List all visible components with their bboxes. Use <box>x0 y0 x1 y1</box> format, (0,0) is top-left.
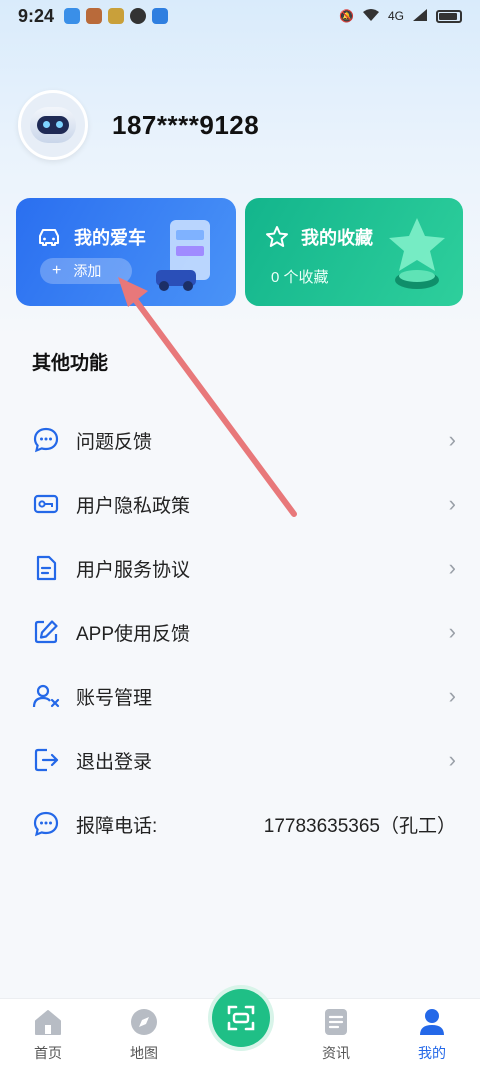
user-x-icon <box>32 682 60 710</box>
plus-icon: + <box>52 262 62 279</box>
chevron-right-icon: › <box>448 427 456 452</box>
scan-button[interactable] <box>212 989 270 1047</box>
tab-news[interactable]: 资讯 <box>296 1007 376 1063</box>
user-icon <box>418 1007 446 1037</box>
favorites-count: 0 个收藏 <box>271 269 329 286</box>
notification-app-icon <box>152 8 169 24</box>
menu-item-account-management[interactable]: 账号管理 › <box>32 676 456 716</box>
tab-label: 资讯 <box>322 1045 350 1061</box>
tab-label: 我的 <box>418 1045 446 1061</box>
my-car-title: 我的爱车 <box>74 228 146 248</box>
notification-app-icon <box>108 8 125 24</box>
chevron-right-icon: › <box>448 747 456 772</box>
tab-mine[interactable]: 我的 <box>392 1007 472 1063</box>
tab-home[interactable]: 首页 <box>8 1007 88 1063</box>
edit-icon <box>32 618 60 646</box>
logout-icon <box>32 746 60 774</box>
menu-item-label: 退出登录 <box>76 751 153 773</box>
signal-icon <box>412 8 428 25</box>
status-time: 9:24 <box>18 5 55 26</box>
tab-map[interactable]: 地图 <box>104 1007 184 1063</box>
section-title: 其他功能 <box>32 353 109 374</box>
star-icon <box>265 225 289 249</box>
bottom-tab-bar: 首页 地图 资讯 我的 <box>0 989 480 1067</box>
chevron-right-icon: › <box>448 683 456 708</box>
my-car-card[interactable]: 我的爱车 + 添加 <box>16 198 236 306</box>
my-favorites-card[interactable]: 我的收藏 0 个收藏 <box>245 198 463 306</box>
menu-item-privacy-policy[interactable]: 用户隐私政策 › <box>32 484 456 524</box>
chat-bubble-icon <box>32 810 60 838</box>
add-car-label: 添加 <box>73 263 102 279</box>
news-icon <box>323 1007 349 1037</box>
notification-app-icon <box>86 8 103 24</box>
menu-item-app-feedback[interactable]: APP使用反馈 › <box>32 612 456 652</box>
car-illustration-icon <box>156 220 210 291</box>
menu-item-logout[interactable]: 退出登录 › <box>32 740 456 780</box>
profile-header[interactable]: 187****9128 <box>18 90 259 160</box>
menu-item-label: APP使用反馈 <box>76 623 191 645</box>
notification-app-icon <box>64 8 81 24</box>
hotline-row: 报障电话: 17783635365（孔工） <box>32 804 456 844</box>
chevron-right-icon: › <box>448 491 456 516</box>
notification-app-icon <box>130 8 147 24</box>
avatar[interactable] <box>18 90 88 160</box>
menu-item-label: 用户隐私政策 <box>76 495 191 517</box>
mute-icon: 🔕 <box>339 9 354 23</box>
tab-label: 地图 <box>130 1045 158 1061</box>
scan-icon <box>227 1005 255 1031</box>
menu-item-label: 账号管理 <box>76 687 153 709</box>
chat-bubble-icon <box>32 426 60 454</box>
car-icon <box>36 227 62 247</box>
menu-item-service-agreement[interactable]: 用户服务协议 › <box>32 548 456 588</box>
hotline-label: 报障电话: <box>76 815 158 837</box>
menu-item-feedback[interactable]: 问题反馈 › <box>32 420 456 460</box>
document-icon <box>32 554 60 582</box>
menu-item-label: 问题反馈 <box>76 431 153 453</box>
home-icon <box>33 1007 63 1037</box>
key-card-icon <box>32 490 60 518</box>
chevron-right-icon: › <box>448 619 456 644</box>
wifi-icon <box>362 8 380 25</box>
hotline-number[interactable]: 17783635365（孔工） <box>264 811 456 838</box>
user-phone: 187****9128 <box>112 109 260 140</box>
favorites-illustration-icon <box>389 218 445 289</box>
my-favorites-title: 我的收藏 <box>301 228 373 248</box>
status-bar: 9:24 🔕 4G <box>0 0 480 32</box>
robot-avatar-icon <box>30 107 76 143</box>
add-car-button[interactable]: + 添加 <box>40 258 132 284</box>
menu-item-label: 用户服务协议 <box>76 559 191 581</box>
tab-label: 首页 <box>34 1045 62 1061</box>
battery-icon <box>436 9 462 23</box>
chevron-right-icon: › <box>448 555 456 580</box>
network-label: 4G <box>387 9 404 23</box>
compass-icon <box>129 1007 159 1037</box>
